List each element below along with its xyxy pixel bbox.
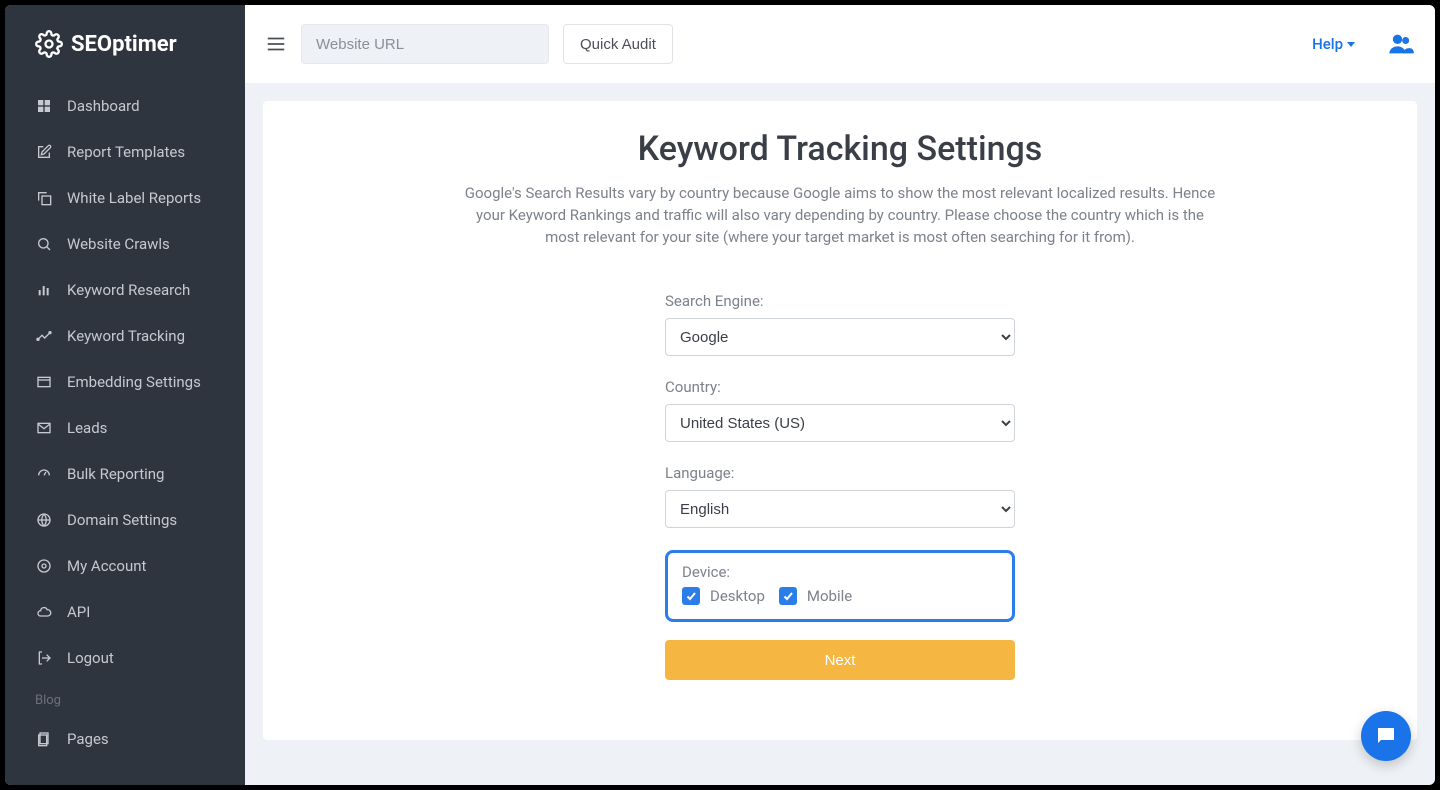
language-label: Language:: [665, 464, 1015, 482]
nav-label: Logout: [67, 649, 114, 667]
pages-icon: [35, 731, 53, 747]
nav-domain-settings[interactable]: Domain Settings: [5, 497, 245, 543]
chevron-down-icon: [1347, 42, 1355, 47]
page-description: Google's Search Results vary by country …: [460, 183, 1220, 248]
bar-chart-icon: [35, 282, 53, 298]
country-select[interactable]: United States (US): [665, 404, 1015, 442]
nav-label: API: [67, 603, 90, 621]
settings-card: Keyword Tracking Settings Google's Searc…: [263, 101, 1417, 740]
copy-icon: [35, 190, 53, 206]
nav-embedding-settings[interactable]: Embedding Settings: [5, 359, 245, 405]
nav-label: Keyword Research: [67, 281, 190, 299]
chat-widget[interactable]: [1361, 711, 1411, 761]
logout-icon: [35, 650, 53, 666]
quick-audit-button[interactable]: Quick Audit: [563, 24, 673, 64]
gear-icon: [35, 30, 63, 58]
nav-report-templates[interactable]: Report Templates: [5, 129, 245, 175]
embed-icon: [35, 374, 53, 390]
nav-white-label-reports[interactable]: White Label Reports: [5, 175, 245, 221]
dashboard-icon: [35, 98, 53, 114]
device-section: Device: Desktop Mobile: [665, 550, 1015, 622]
page-title: Keyword Tracking Settings: [303, 129, 1377, 169]
trend-icon: [35, 328, 53, 344]
search-engine-select[interactable]: Google: [665, 318, 1015, 356]
search-engine-label: Search Engine:: [665, 292, 1015, 310]
nav-label: Pages: [67, 730, 109, 748]
website-url-input[interactable]: [301, 24, 549, 64]
nav-bulk-reporting[interactable]: Bulk Reporting: [5, 451, 245, 497]
nav-leads[interactable]: Leads: [5, 405, 245, 451]
menu-toggle-icon[interactable]: [265, 33, 287, 55]
cloud-icon: [35, 604, 53, 620]
topbar: Quick Audit Help: [245, 5, 1435, 83]
mobile-checkbox-label: Mobile: [807, 587, 852, 605]
nav-label: White Label Reports: [67, 189, 201, 207]
next-button[interactable]: Next: [665, 640, 1015, 680]
nav-label: Leads: [67, 419, 107, 437]
nav-keyword-research[interactable]: Keyword Research: [5, 267, 245, 313]
main: Quick Audit Help Keyword Tracking Settin…: [245, 5, 1435, 785]
globe-icon: [35, 512, 53, 528]
nav-my-account[interactable]: My Account: [5, 543, 245, 589]
nav-dashboard[interactable]: Dashboard: [5, 83, 245, 129]
content-area: Keyword Tracking Settings Google's Searc…: [245, 83, 1435, 785]
nav-label: Report Templates: [67, 143, 185, 161]
language-select[interactable]: English: [665, 490, 1015, 528]
desktop-checkbox-label: Desktop: [710, 587, 765, 605]
country-label: Country:: [665, 378, 1015, 396]
nav-pages[interactable]: Pages: [5, 716, 245, 762]
nav-label: Embedding Settings: [67, 373, 201, 391]
magnifier-icon: [35, 236, 53, 252]
edit-icon: [35, 144, 53, 160]
chat-icon: [1374, 724, 1398, 748]
help-dropdown[interactable]: Help: [1312, 35, 1355, 53]
nav-api[interactable]: API: [5, 589, 245, 635]
logo[interactable]: SEOptimer: [5, 5, 245, 83]
desktop-checkbox[interactable]: [682, 587, 700, 605]
nav-section-blog: Blog: [5, 681, 245, 716]
nav-label: Website Crawls: [67, 235, 170, 253]
nav-label: Bulk Reporting: [67, 465, 164, 483]
nav-keyword-tracking[interactable]: Keyword Tracking: [5, 313, 245, 359]
settings-form: Search Engine: Google Country: United St…: [665, 292, 1015, 680]
brand-name: SEOptimer: [71, 32, 177, 57]
nav-logout[interactable]: Logout: [5, 635, 245, 681]
nav-label: Keyword Tracking: [67, 327, 185, 345]
mobile-checkbox[interactable]: [779, 587, 797, 605]
sidebar: SEOptimer Dashboard Report Templates Whi…: [5, 5, 245, 785]
speedometer-icon: [35, 466, 53, 482]
nav-label: Dashboard: [67, 97, 140, 115]
help-label: Help: [1312, 35, 1343, 53]
nav-label: Domain Settings: [67, 511, 177, 529]
device-label: Device:: [682, 563, 998, 581]
settings-icon: [35, 558, 53, 574]
nav-label: My Account: [67, 557, 146, 575]
envelope-icon: [35, 420, 53, 436]
users-icon[interactable]: [1387, 30, 1415, 58]
nav-website-crawls[interactable]: Website Crawls: [5, 221, 245, 267]
sidebar-nav: Dashboard Report Templates White Label R…: [5, 83, 245, 785]
